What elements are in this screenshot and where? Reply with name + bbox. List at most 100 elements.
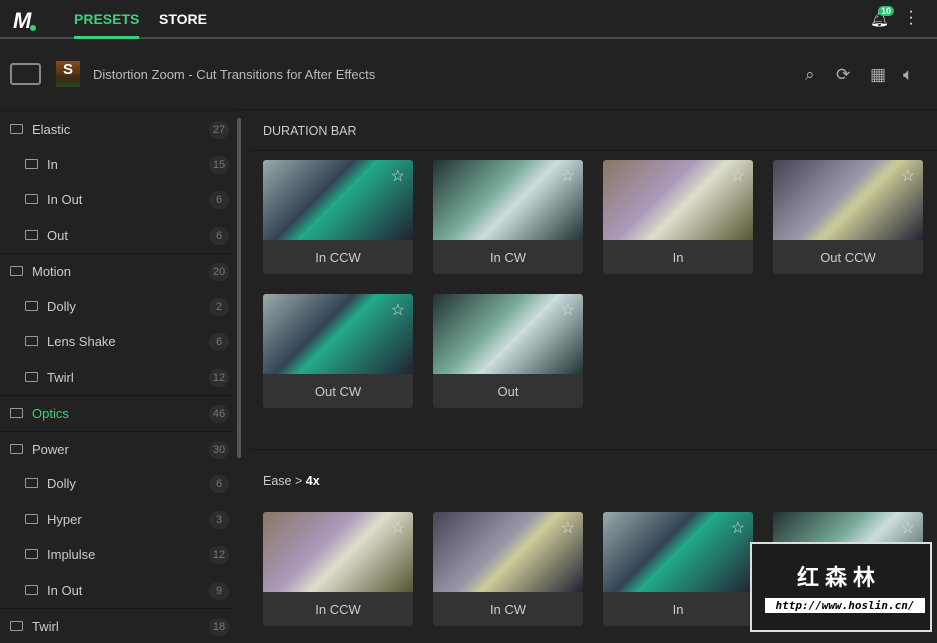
preset-label: Out CW bbox=[314, 384, 362, 399]
star-icon[interactable]: ☆ bbox=[391, 166, 405, 186]
preset-card[interactable]: ☆ Out CW bbox=[263, 294, 413, 408]
folder-icon bbox=[25, 300, 38, 311]
sidebar-item[interactable]: Optics 46 bbox=[0, 395, 235, 430]
sidebar-item[interactable]: Dolly 2 bbox=[0, 289, 235, 324]
top-bar: M PRESETS STORE 🔔︎ 10 · · · bbox=[0, 0, 937, 39]
section-title: Ease > 4x bbox=[263, 474, 320, 488]
project-title: Distortion Zoom - Cut Transitions for Af… bbox=[93, 67, 376, 82]
star-icon[interactable]: ☆ bbox=[391, 518, 405, 538]
volume-icon[interactable]: 🔈︎ bbox=[903, 65, 913, 85]
preset-label: Out bbox=[497, 384, 519, 399]
item-count: 6 bbox=[209, 475, 229, 493]
sidebar-item[interactable]: Hyper 3 bbox=[0, 502, 235, 537]
tab-store[interactable]: STORE bbox=[159, 11, 207, 27]
folder-icon bbox=[25, 371, 38, 382]
sidebar-item-label: Dolly bbox=[47, 476, 76, 491]
watermark-url: http://www.hoslin.cn/ bbox=[765, 598, 925, 613]
item-count: 3 bbox=[209, 510, 229, 529]
sidebar-item-label: Implulse bbox=[47, 547, 96, 562]
sidebar-item-label: Elastic bbox=[32, 122, 71, 137]
sidebar-item[interactable]: Elastic 27 bbox=[0, 111, 235, 146]
preview-loop-icon[interactable]: ⟳ bbox=[836, 65, 850, 85]
preset-label: Out CCW bbox=[820, 250, 876, 265]
sidebar-item[interactable]: Power 30 bbox=[0, 430, 235, 466]
preset-label: In bbox=[672, 602, 684, 617]
project-thumbnail: S bbox=[56, 61, 80, 87]
sidebar-item-label: In bbox=[47, 156, 58, 172]
item-count: 27 bbox=[209, 121, 229, 139]
item-count: 6 bbox=[209, 191, 229, 209]
star-icon[interactable]: ☆ bbox=[731, 166, 745, 186]
sidebar-scrollbar[interactable] bbox=[237, 118, 241, 458]
preset-card[interactable]: ☆ In CCW bbox=[263, 512, 413, 626]
sidebar-item-label: Motion bbox=[32, 264, 72, 279]
folder-icon bbox=[10, 408, 23, 418]
folder-icon bbox=[10, 124, 23, 134]
sidebar-item[interactable]: Implulse 12 bbox=[0, 537, 235, 572]
sidebar-item[interactable]: Dolly 6 bbox=[0, 466, 235, 501]
folder-icon bbox=[25, 584, 38, 595]
preset-label: In CCW bbox=[315, 602, 361, 617]
item-count: 9 bbox=[209, 581, 229, 600]
folder-icon bbox=[10, 621, 23, 631]
folder-icon[interactable] bbox=[10, 63, 41, 85]
sidebar-item-label: Twirl bbox=[47, 369, 74, 385]
sidebar-item-label: Out bbox=[47, 227, 68, 243]
item-count: 15 bbox=[209, 155, 229, 174]
folder-icon bbox=[25, 229, 38, 240]
sidebar: Elastic 27 In 15 In Out 6 Out 6 Motion 20 Dolly 2 Le… bbox=[0, 111, 240, 636]
sidebar-item-label: Dolly bbox=[47, 298, 76, 314]
folder-icon bbox=[25, 336, 38, 346]
project-header: S Distortion Zoom - Cut Transitions for … bbox=[0, 39, 937, 110]
star-icon[interactable]: ☆ bbox=[391, 300, 405, 320]
preset-card[interactable]: ☆ Out CCW bbox=[773, 160, 923, 274]
sidebar-item-label: In Out bbox=[47, 192, 83, 207]
sidebar-item[interactable]: Lens Shake 6 bbox=[0, 324, 235, 359]
star-icon[interactable]: ☆ bbox=[901, 166, 915, 186]
preset-card[interactable]: ☆ In bbox=[603, 512, 753, 626]
item-count: 12 bbox=[209, 368, 229, 387]
item-count: 18 bbox=[209, 618, 229, 636]
preset-card[interactable]: ☆ In bbox=[603, 160, 753, 274]
sidebar-item[interactable]: Out 6 bbox=[0, 218, 235, 253]
folder-icon bbox=[25, 549, 38, 559]
divider bbox=[250, 449, 937, 450]
sidebar-item-label: Power bbox=[32, 441, 69, 457]
item-count: 30 bbox=[209, 440, 229, 459]
preset-card[interactable]: ☆ In CCW bbox=[263, 160, 413, 274]
preset-label: In CW bbox=[489, 602, 527, 617]
star-icon[interactable]: ☆ bbox=[561, 166, 575, 186]
item-count: 6 bbox=[209, 333, 229, 351]
sidebar-item[interactable]: In Out 9 bbox=[0, 573, 235, 608]
preset-card[interactable]: ☆ Out bbox=[433, 294, 583, 408]
sidebar-item[interactable]: In 15 bbox=[0, 147, 235, 182]
sidebar-item[interactable]: Motion 20 bbox=[0, 253, 235, 288]
preset-card[interactable]: ☆ In CW bbox=[433, 160, 583, 274]
tab-presets[interactable]: PRESETS bbox=[74, 11, 140, 39]
folder-icon bbox=[10, 266, 23, 276]
sidebar-item[interactable]: Twirl 12 bbox=[0, 360, 235, 395]
star-icon[interactable]: ☆ bbox=[561, 300, 575, 320]
preset-label: In CCW bbox=[315, 250, 361, 265]
sidebar-item[interactable]: In Out 6 bbox=[0, 182, 235, 217]
star-icon[interactable]: ☆ bbox=[731, 518, 745, 538]
grid-view-icon[interactable]: ▦ bbox=[870, 65, 886, 85]
item-count: 12 bbox=[209, 546, 229, 564]
star-icon[interactable]: ☆ bbox=[901, 518, 915, 538]
item-count: 2 bbox=[209, 297, 229, 316]
sidebar-item-label: Hyper bbox=[47, 511, 82, 527]
preset-label: In bbox=[672, 250, 684, 265]
sidebar-item-label: Lens Shake bbox=[47, 334, 116, 349]
sidebar-item-label: Twirl bbox=[32, 619, 59, 634]
preset-card[interactable]: ☆ In CW bbox=[433, 512, 583, 626]
watermark: 红森林 http://www.hoslin.cn/ bbox=[750, 542, 932, 632]
more-menu-icon[interactable]: · · · bbox=[906, 4, 916, 32]
sidebar-item[interactable]: Twirl 18 bbox=[0, 608, 235, 643]
sidebar-item-label: Optics bbox=[32, 406, 69, 421]
sidebar-item-label: In Out bbox=[47, 582, 83, 598]
star-icon[interactable]: ☆ bbox=[561, 518, 575, 538]
search-icon[interactable]: ⌕ bbox=[805, 65, 815, 85]
folder-icon bbox=[25, 158, 38, 169]
item-count: 20 bbox=[209, 263, 229, 281]
folder-icon bbox=[25, 194, 38, 204]
